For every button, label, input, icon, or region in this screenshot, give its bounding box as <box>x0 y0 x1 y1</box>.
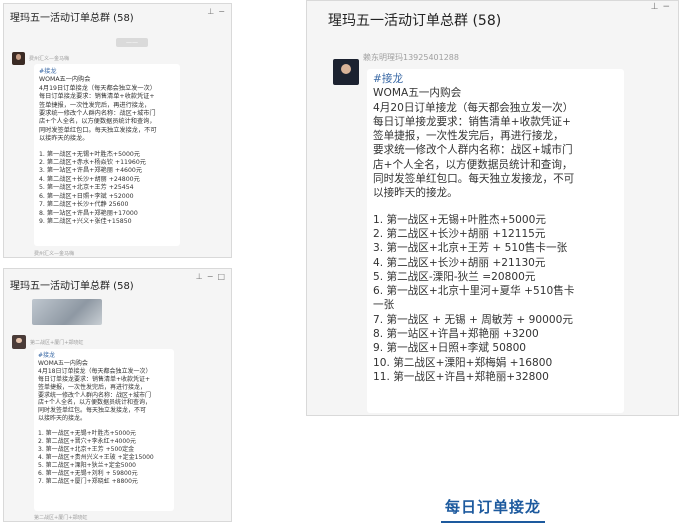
message-line: 4月19日订单接龙（每天都会独立发一次） <box>39 84 156 92</box>
sender-name: 第二战区+厦门+郑晓虹 <box>34 515 88 521</box>
message-line: WOMA五一内购会 <box>39 76 91 84</box>
window-controls: ⊥ − <box>651 2 670 12</box>
order-item: 3. 第一战区+北京+王芳 + 510售卡一张 <box>373 242 568 255</box>
pin-icon[interactable]: ⊥ <box>651 2 659 12</box>
message-line: 每日订单接龙要求：销售清单+收款凭证+ <box>38 375 151 383</box>
chat-window-apr19: 瑆玛五一活动订单总群 (58) ⊥ − —— 费州汇义—金马嗨 #接龙 WOMA… <box>3 3 232 258</box>
message-line: 同时发签单红包口。每天独立发接龙，不可 <box>39 126 157 134</box>
order-item: 1. 第一战区+无锡+叶胜杰+5000元 <box>39 150 141 158</box>
sender-name: 费州汇义—金马嗨 <box>29 56 70 62</box>
sender-avatar[interactable] <box>12 335 26 349</box>
order-item: 一张 <box>373 299 395 312</box>
group-title: 瑆玛五一活动订单总群 (58) <box>10 13 134 24</box>
window-controls: ⊥ − □ <box>196 272 225 281</box>
order-item: 6. 第一战区+北京十里河+夏华 +510售卡 <box>373 285 575 298</box>
message-line: 以接昨天的接龙。 <box>373 187 458 200</box>
window-controls: ⊥ − <box>207 7 225 16</box>
message-line: 同时发签单红包口。每天独立发接龙，不可 <box>373 173 575 186</box>
order-item: 4. 第一战区+贵州兴义+王玻 +定金15000 <box>38 453 154 461</box>
sender-avatar[interactable] <box>12 52 25 65</box>
pin-icon[interactable]: ⊥ <box>196 272 203 281</box>
order-list: 1. 第一战区+无锡+叶胜杰+5000元 2. 第二战区+赤水+杨焱钦 +119… <box>39 151 175 227</box>
chat-window-apr18: 瑆玛五一活动订单总群 (58) ⊥ − □ 第二战区+厦门+郑晓虹 #接龙 WO… <box>3 268 232 522</box>
order-item: 9. 第一战区+日照+李斌 50800 <box>373 342 527 355</box>
chat-window-apr20: 瑆玛五一活动订单总群 (58) ⊥ − 赖东明瑆玛13925401288 #接龙… <box>306 0 679 416</box>
order-item: 6. 第一战区+无锡+刘利 + 59800元 <box>38 469 138 477</box>
order-item: 6. 第一战区+日照+李斌 +52000 <box>39 192 134 200</box>
order-item: 8. 第一站区+许昌+郑艳丽+17000 <box>39 209 138 217</box>
maximize-icon[interactable]: □ <box>217 272 225 281</box>
sender-name: 赖东明瑆玛13925401288 <box>363 53 459 62</box>
minimize-icon[interactable]: − <box>218 7 225 16</box>
order-item: 8. 第一站区+许昌+郑艳丽 +3200 <box>373 328 539 341</box>
sender-name: 费州汇义—金马嗨 <box>34 251 75 257</box>
message-line: WOMA五一内购会 <box>373 87 462 100</box>
order-item: 10. 第二战区+溧阳+郑梅娟 +16800 <box>373 356 553 369</box>
shared-image-thumbnail[interactable] <box>32 299 102 325</box>
order-item: 3. 第一站区+许昌+郑艳丽 +4600元 <box>39 167 143 175</box>
minimize-icon[interactable]: − <box>207 272 214 281</box>
message-line: 签单捷报，一次性发完后，再进行接龙， <box>373 130 564 143</box>
next-message-sender: 费州汇义—金马嗨 <box>34 250 74 257</box>
message-line: 4月20日订单接龙（每天都会独立发一次） <box>373 101 574 114</box>
tag-text: #接龙 <box>373 73 404 85</box>
order-item: 5. 第一战区+北京+王芳 +25454 <box>39 184 134 192</box>
order-item: 2. 第二战区+长沙+胡丽 +12115元 <box>373 227 546 240</box>
tag-text: #接龙 <box>38 352 56 359</box>
sender-avatar[interactable] <box>333 59 359 85</box>
order-item: 7. 第二战区+长沙+代静 25600 <box>39 201 129 209</box>
message-line: 每日订单接龙要求：销售清单+收款凭证+ <box>39 93 155 101</box>
order-item: 1. 第一战区+无锡+叶胜杰+5000元 <box>373 213 547 226</box>
group-title: 瑆玛五一活动订单总群 (58) <box>328 13 502 29</box>
order-item: 5. 第二战区-溧阳-狄兰 =20800元 <box>373 270 536 283</box>
next-message-sender: 第二战区+厦门+郑晓虹 <box>34 514 87 521</box>
message-line: 签单捷报，一次性发完后，再进行接龙， <box>38 383 147 391</box>
pin-icon[interactable]: ⊥ <box>207 7 214 16</box>
message-line: 店+个人全名，以方便数据员统计和查询， <box>39 118 156 126</box>
message-line: 店+个人全名，以方便数据员统计和查询， <box>373 158 573 171</box>
timestamp-chip: —— <box>116 38 148 47</box>
sender-name: 第二战区+厦门+郑晓虹 <box>30 339 84 346</box>
caption-title: 每日订单接龙 <box>441 496 545 523</box>
message-bubble: #接龙 WOMA五一内购会 4月18日订单接龙（每天都会独立发一次） 每日订单接… <box>34 349 174 511</box>
window-titlebar: 瑆玛五一活动订单总群 (58) ⊥ − □ <box>4 269 231 293</box>
order-item: 2. 第二战区+晋穴+李永红+4000元 <box>38 438 136 446</box>
minimize-icon[interactable]: − <box>662 2 670 12</box>
order-item: 4. 第二战区+长沙+胡丽 +21130元 <box>373 256 546 269</box>
order-item: 11. 第一战区+许昌+郑艳丽+32800 <box>373 370 549 383</box>
message-line: 每日订单接龙要求：销售清单+收款凭证+ <box>373 115 571 128</box>
window-titlebar: 瑆玛五一活动订单总群 (58) ⊥ − <box>4 4 231 26</box>
message-sender-row: 第二战区+厦门+郑晓虹 <box>12 335 83 349</box>
message-line: 以接昨天的接龙。 <box>38 415 87 423</box>
order-item: 1. 第一战区+无锡+叶胜杰+5000元 <box>38 430 136 438</box>
message-line: WOMA五一内购会 <box>38 359 88 367</box>
message-line: 签单捷报，一次性发完后，再进行接龙， <box>39 101 151 109</box>
order-item: 3. 第一战区+北京+王芳 +500定金 <box>38 445 135 453</box>
order-item: 7. 第二战区+厦门+郑晓虹 +8800元 <box>38 477 138 485</box>
order-item: 7. 第一战区 + 无锡 + 周敏芳 + 90000元 <box>373 313 573 326</box>
group-title: 瑆玛五一活动订单总群 (58) <box>10 281 134 292</box>
order-list: 1. 第一战区+无锡+叶胜杰+5000元 2. 第二战区+晋穴+李永红+4000… <box>38 430 170 485</box>
message-line: 以接昨天的接龙。 <box>39 135 89 143</box>
message-bubble: #接龙 WOMA五一内购会 4月20日订单接龙（每天都会独立发一次） 每日订单接… <box>367 69 624 413</box>
message-line: 要求统一修改个人群内名称：战区+城市门 <box>373 144 573 157</box>
message-line: 4月18日订单接龙（每天都会独立发一次） <box>38 367 152 375</box>
order-item: 5. 第二战区+溧阳+狄兰+定金5000 <box>38 461 136 469</box>
message-bubble: #接龙 WOMA五一内购会 4月19日订单接龙（每天都会独立发一次） 每日订单接… <box>34 64 180 246</box>
order-list: 1. 第一战区+无锡+叶胜杰+5000元 2. 第二战区+长沙+胡丽 +1211… <box>373 213 618 385</box>
order-item: 9. 第二战区+兴义+张佳+15850 <box>39 217 132 225</box>
window-titlebar: 瑆玛五一活动订单总群 (58) ⊥ − <box>307 1 678 35</box>
